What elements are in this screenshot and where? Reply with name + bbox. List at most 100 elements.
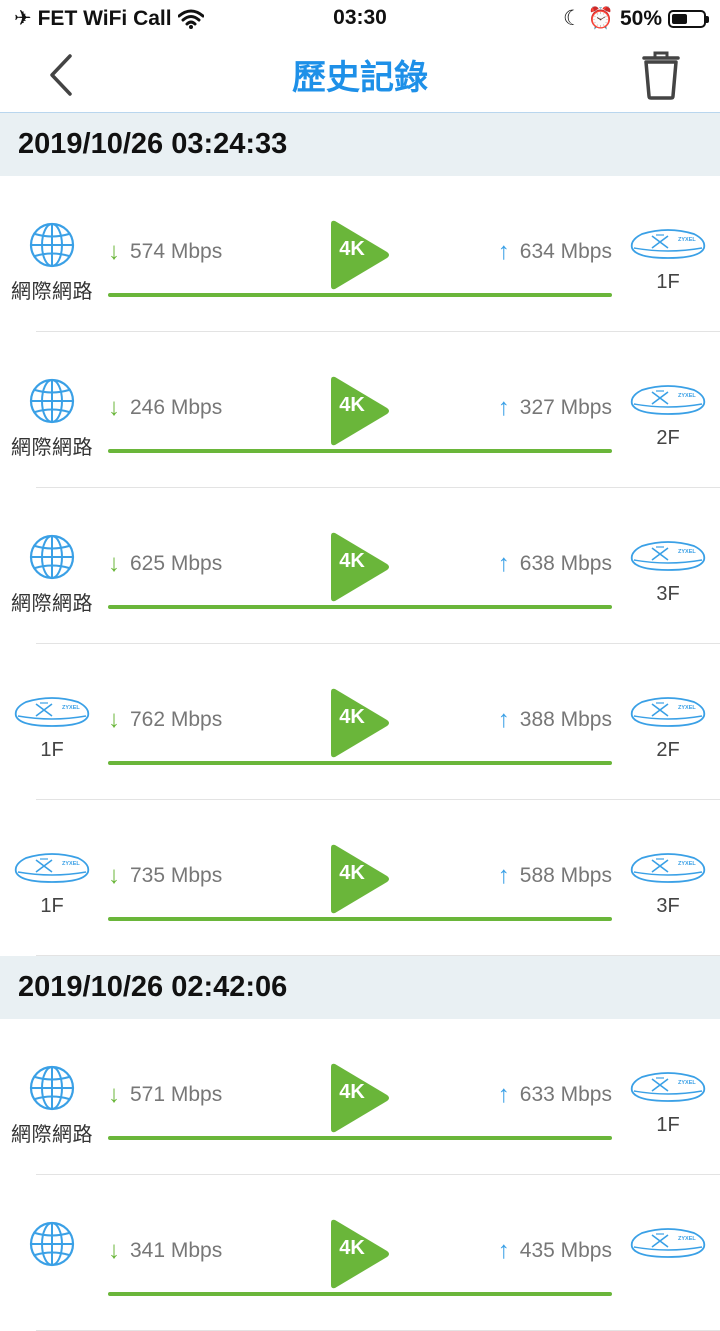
router-icon: ZYXEL [14,697,90,727]
router-icon: ZYXEL [630,697,706,727]
target-node: ZYXEL 2F [622,694,714,762]
download-value: 762 Mbps [130,708,223,731]
arrow-up-icon: ↑ [497,706,510,733]
moon-icon: ☾ [562,7,582,30]
source-label: 網際網路 [11,437,93,459]
download-value: 571 Mbps [130,1083,223,1106]
arrow-up-icon: ↑ [497,1081,510,1108]
quality-badge-label: 4K [339,706,365,728]
globe-icon [29,534,75,580]
target-label: 2F [656,739,680,761]
router-icon: ZYXEL [14,853,90,883]
router-icon: ZYXEL [630,853,706,883]
history-row[interactable]: ↓ 341 Mbps 4K ↑ 435 Mbps ZYXEL [0,1175,720,1331]
connection-line [108,1292,612,1296]
target-node: ZYXEL 3F [622,538,714,606]
upload-speed: ↑ 588 Mbps [498,862,612,890]
download-speed: ↓ 571 Mbps [108,1081,222,1109]
source-node: 網際網路 [6,532,98,616]
history-list[interactable]: 2019/10/26 03:24:33 網際網路 ↓ 574 Mbps 4K ↑ 634 M… [0,113,720,1331]
download-speed: ↓ 735 Mbps [108,862,222,890]
quality-badge-label: 4K [339,550,365,572]
download-speed: ↓ 762 Mbps [108,706,222,734]
upload-value: 634 Mbps [519,240,612,263]
arrow-down-icon: ↓ [108,862,120,889]
router-icon: ZYXEL [630,385,706,415]
section-timestamp: 2019/10/26 02:42:06 [0,956,720,1019]
target-node: ZYXEL 3F [622,850,714,918]
upload-value: 435 Mbps [519,1239,612,1262]
source-node: 網際網路 [6,1063,98,1147]
router-icon: ZYXEL [630,541,706,571]
quality-badge-label: 4K [339,1237,365,1259]
upload-speed: ↑ 435 Mbps [498,1237,612,1265]
connection-line [108,605,612,609]
quality-badge-label: 4K [339,862,365,884]
upload-value: 327 Mbps [519,396,612,419]
download-speed: ↓ 341 Mbps [108,1237,222,1265]
source-label: 網際網路 [11,281,93,303]
connection-line [108,761,612,765]
page-title: 歷史記錄 [292,59,428,97]
battery-percent: 50% [619,6,662,30]
upload-speed: ↑ 327 Mbps [498,394,612,422]
svg-text:ZYXEL: ZYXEL [678,393,696,399]
download-value: 341 Mbps [130,1239,223,1262]
source-label: 網際網路 [11,1124,93,1146]
svg-text:ZYXEL: ZYXEL [678,1236,696,1242]
alarm-icon: ⏰ [587,6,614,30]
target-label: 1F [656,271,680,293]
upload-value: 388 Mbps [519,708,612,731]
upload-value: 633 Mbps [519,1083,612,1106]
connection-line [108,1136,612,1140]
target-node: ZYXEL 2F [622,382,714,450]
status-bar: ✈ FET WiFi Call 03:30 ☾ ⏰ 50% [0,0,720,38]
source-node [6,1219,98,1274]
upload-speed: ↑ 638 Mbps [498,550,612,578]
target-label: 2F [656,427,680,449]
arrow-down-icon: ↓ [108,1081,120,1108]
history-row[interactable]: 網際網路 ↓ 571 Mbps 4K ↑ 633 Mbps ZYXEL 1F [0,1019,720,1175]
target-label: 3F [656,583,680,605]
row-divider [36,955,720,956]
download-value: 246 Mbps [130,396,223,419]
svg-text:ZYXEL: ZYXEL [678,861,696,867]
source-node: ZYXEL 1F [6,694,98,762]
history-row[interactable]: 網際網路 ↓ 246 Mbps 4K ↑ 327 Mbps ZYXEL 2F [0,332,720,488]
source-node: 網際網路 [6,376,98,460]
router-icon: ZYXEL [630,1228,706,1258]
history-row[interactable]: 網際網路 ↓ 625 Mbps 4K ↑ 638 Mbps ZYXEL 3F [0,488,720,644]
trash-icon[interactable] [634,48,688,102]
upload-speed: ↑ 633 Mbps [498,1081,612,1109]
download-value: 574 Mbps [130,240,223,263]
source-label: 1F [40,739,64,761]
upload-speed: ↑ 388 Mbps [498,706,612,734]
target-label: 1F [656,1114,680,1136]
arrow-up-icon: ↑ [497,394,510,421]
router-icon: ZYXEL [630,1072,706,1102]
download-value: 625 Mbps [130,552,223,575]
status-right: ☾ ⏰ 50% [562,6,709,31]
download-speed: ↓ 574 Mbps [108,238,222,266]
svg-text:ZYXEL: ZYXEL [678,237,696,243]
arrow-down-icon: ↓ [108,550,120,577]
globe-icon [29,1221,75,1267]
history-row[interactable]: 網際網路 ↓ 574 Mbps 4K ↑ 634 Mbps ZYXEL 1F [0,176,720,332]
section-timestamp: 2019/10/26 03:24:33 [0,113,720,176]
battery-icon [668,9,709,28]
globe-icon [29,378,75,424]
history-row[interactable]: ZYXEL 1F ↓ 762 Mbps 4K ↑ 388 Mbps ZYXEL 2F [0,644,720,800]
svg-text:ZYXEL: ZYXEL [678,549,696,555]
router-icon: ZYXEL [630,229,706,259]
source-label: 網際網路 [11,593,93,615]
target-node: ZYXEL 1F [622,226,714,294]
arrow-down-icon: ↓ [108,238,120,265]
history-row[interactable]: ZYXEL 1F ↓ 735 Mbps 4K ↑ 588 Mbps ZYXEL 3F [0,800,720,956]
arrow-up-icon: ↑ [497,238,510,265]
globe-icon [29,1065,75,1111]
source-node: 網際網路 [6,220,98,304]
download-value: 735 Mbps [130,864,223,887]
arrow-down-icon: ↓ [108,394,120,421]
upload-value: 638 Mbps [519,552,612,575]
nav-bar: 歷史記錄 [0,38,720,113]
